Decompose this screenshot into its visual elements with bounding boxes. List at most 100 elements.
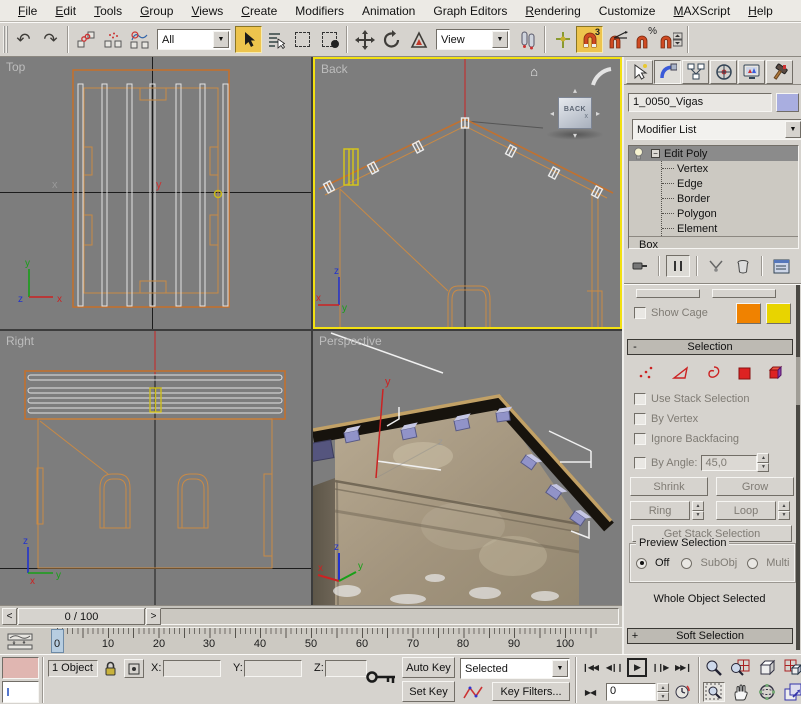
menu-create[interactable]: Create — [233, 2, 285, 20]
go-to-start-button[interactable]: ❙◀◀ — [580, 658, 600, 677]
ring-spinner[interactable]: ▲▼ — [692, 501, 704, 520]
tab-motion[interactable] — [710, 60, 737, 84]
dropdown-arrow-icon[interactable]: ▼ — [785, 121, 801, 138]
lightbulb-icon[interactable] — [633, 147, 644, 160]
key-filters-button[interactable]: Key Filters... — [492, 682, 570, 701]
cage-color-swatch-2[interactable] — [766, 303, 791, 324]
zoom-all-button[interactable] — [729, 658, 751, 678]
loop-spinner[interactable]: ▲▼ — [778, 501, 790, 520]
zoom-extents-button[interactable] — [756, 658, 778, 678]
viewport-top-label[interactable]: Top — [6, 60, 25, 74]
by-angle-checkbox[interactable] — [634, 457, 646, 469]
menu-edit[interactable]: Edit — [47, 2, 84, 20]
viewcube-arrow-down-icon[interactable]: ▾ — [573, 131, 577, 140]
edge-subobject-icon[interactable] — [672, 365, 690, 381]
menu-animation[interactable]: Animation — [354, 2, 423, 20]
viewport-top[interactable]: x y y z x Top — [0, 57, 311, 329]
tab-modify[interactable] — [654, 60, 681, 84]
vertex-subobject-icon[interactable] — [638, 365, 656, 381]
select-and-manipulate-button[interactable] — [549, 26, 576, 53]
tab-hierarchy[interactable] — [682, 60, 709, 84]
angle-snap-toggle-button[interactable] — [603, 26, 630, 53]
stack-item-vertex[interactable]: Vertex — [662, 161, 798, 176]
select-by-name-button[interactable] — [262, 26, 289, 53]
object-color-swatch[interactable] — [776, 93, 799, 112]
mini-curve-editor-icon[interactable] — [6, 633, 36, 651]
dropdown-arrow-icon[interactable]: ▼ — [552, 660, 568, 677]
absolute-offset-mode-toggle[interactable] — [124, 659, 144, 678]
object-name-field[interactable]: 1_0050_Vigas — [628, 93, 772, 112]
by-angle-spinner[interactable]: ▲▼ — [757, 453, 769, 472]
preview-subobj-radio[interactable] — [681, 558, 692, 569]
play-button[interactable]: ▶ — [627, 658, 647, 677]
maxscript-mini-listener-white[interactable] — [2, 681, 39, 703]
border-subobject-icon[interactable] — [706, 365, 722, 381]
previous-frame-button[interactable]: ◀❙❙ — [604, 658, 624, 677]
use-pivot-point-center-button[interactable] — [514, 26, 541, 53]
percent-snap-toggle-button[interactable]: % — [630, 26, 657, 53]
y-coordinate-field[interactable] — [244, 660, 302, 677]
stack-item-element[interactable]: Element — [662, 221, 798, 236]
menu-group[interactable]: Group — [132, 2, 181, 20]
window-crossing-toggle-button[interactable] — [316, 26, 343, 53]
current-frame-field[interactable]: 0 — [606, 683, 656, 701]
soft-selection-rollout-header[interactable]: + Soft Selection — [627, 628, 793, 644]
panel-scrollbar-thumb[interactable] — [796, 357, 800, 405]
preview-multi-radio[interactable] — [747, 558, 758, 569]
stack-item-edge[interactable]: Edge — [662, 176, 798, 191]
collapse-stack-icon[interactable]: − — [651, 149, 660, 158]
viewcube-arrow-left-icon[interactable]: ◂ — [550, 109, 554, 118]
stack-item-border[interactable]: Border — [662, 191, 798, 206]
modifier-list-dropdown[interactable]: Modifier List ▼ — [632, 119, 801, 140]
dropdown-arrow-icon[interactable]: ▼ — [492, 31, 508, 48]
track-bar-ruler[interactable]: 0 10 20 30 40 50 60 70 80 90 100 — [42, 628, 598, 655]
viewcube-home-icon[interactable]: ⌂ — [530, 64, 538, 79]
pan-button[interactable] — [729, 682, 751, 702]
bind-to-space-warp-button[interactable] — [126, 26, 153, 53]
unlink-selection-button[interactable] — [99, 26, 126, 53]
selection-rollout-header[interactable]: - Selection — [627, 339, 793, 355]
time-configuration-icon[interactable] — [674, 683, 692, 701]
menu-help[interactable]: Help — [740, 2, 781, 20]
menu-maxscript[interactable]: MAXScript — [665, 2, 738, 20]
configure-modifier-sets-button[interactable] — [769, 255, 793, 277]
viewport-right[interactable]: z y x Right — [0, 331, 311, 605]
time-slider-next-button[interactable]: > — [146, 608, 161, 625]
preview-off-radio[interactable] — [636, 558, 647, 569]
min-max-toggle-button[interactable] — [782, 682, 801, 702]
element-subobject-icon[interactable] — [768, 365, 786, 381]
tab-utilities[interactable] — [766, 60, 793, 84]
cutoff-button-left[interactable] — [636, 289, 700, 298]
panel-scrollbar-track[interactable] — [796, 285, 800, 650]
loop-button[interactable]: Loop — [716, 501, 776, 520]
zoom-extents-all-button[interactable] — [782, 658, 801, 678]
snaps-toggle-3d-button[interactable]: 3 — [576, 26, 603, 53]
viewcube-arrow-up-icon[interactable]: ▴ — [573, 86, 577, 95]
select-and-link-button[interactable] — [72, 26, 99, 53]
tab-create[interactable] — [626, 60, 653, 84]
select-and-scale-button[interactable] — [405, 26, 432, 53]
arc-rotate-button[interactable] — [756, 682, 778, 702]
track-bar[interactable]: 0 10 20 30 40 50 60 70 80 90 100 — [0, 627, 622, 654]
cage-color-swatch-1[interactable] — [736, 303, 761, 324]
grow-button[interactable]: Grow — [716, 477, 794, 496]
pin-stack-button[interactable] — [628, 255, 652, 277]
stack-item-polygon[interactable]: Polygon — [662, 206, 798, 221]
viewport-perspective-label[interactable]: Perspective — [319, 334, 382, 348]
viewport-back-active[interactable]: z x y Back ⌂ BACK x ◂ ▸ ▴ ▾ — [313, 57, 622, 329]
z-coordinate-field[interactable] — [325, 660, 367, 677]
select-object-button[interactable] — [235, 26, 262, 53]
viewport-perspective[interactable]: y z z x y Perspective — [313, 331, 622, 605]
menu-customize[interactable]: Customize — [591, 2, 664, 20]
viewcube-arrow-right-icon[interactable]: ▸ — [596, 109, 600, 118]
menu-graph-editors[interactable]: Graph Editors — [425, 2, 515, 20]
by-vertex-checkbox[interactable] — [634, 413, 646, 425]
set-keys-key-icon[interactable] — [366, 667, 398, 687]
shrink-button[interactable]: Shrink — [630, 477, 708, 496]
ignore-backfacing-checkbox[interactable] — [634, 433, 646, 445]
default-in-out-tangents-icon[interactable] — [462, 684, 484, 702]
x-coordinate-field[interactable] — [163, 660, 221, 677]
select-and-move-button[interactable] — [351, 26, 378, 53]
remove-modifier-button[interactable] — [731, 255, 755, 277]
go-to-end-button[interactable]: ▶▶❙ — [673, 658, 693, 677]
